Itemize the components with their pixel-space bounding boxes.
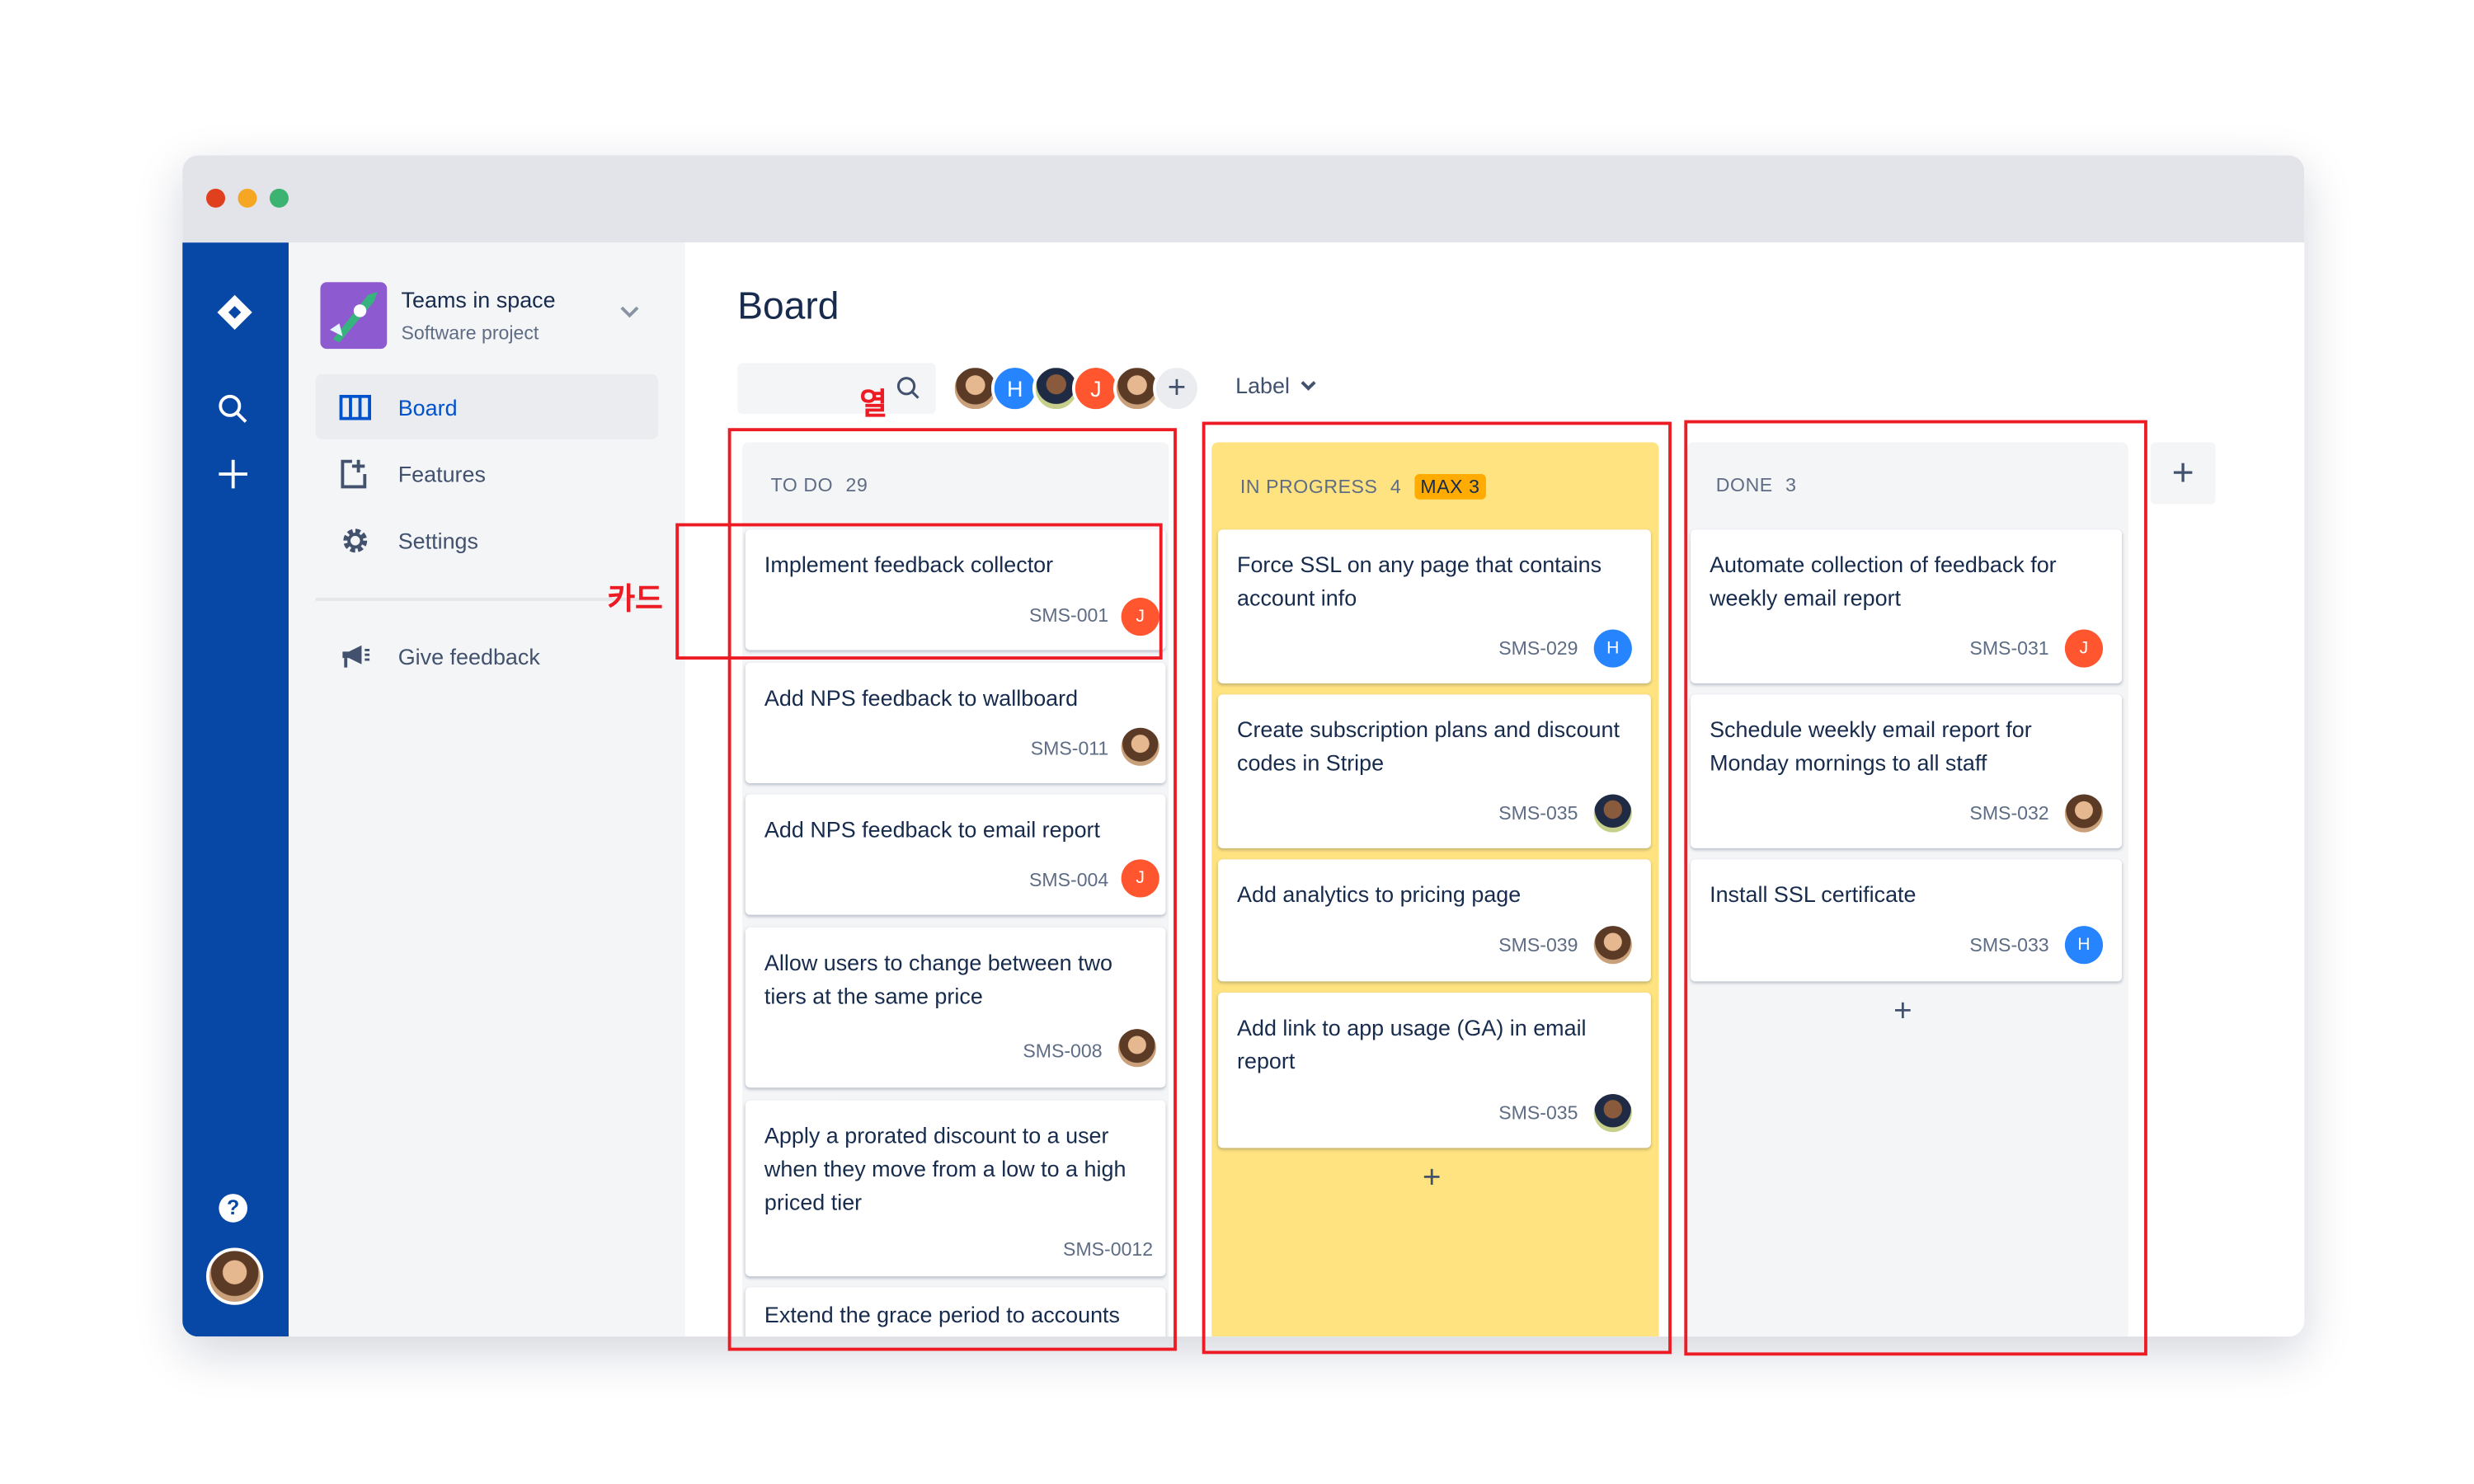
board-icon: [338, 393, 373, 420]
project-type: Software project: [401, 322, 539, 345]
annotation-column-box: [1684, 420, 2147, 1356]
project-name: Teams in space: [401, 287, 556, 312]
maximize-window-button[interactable]: [269, 188, 289, 208]
annotation-card-label: 카드: [607, 583, 663, 618]
gear-icon: [338, 524, 373, 556]
project-switcher-chevron-icon[interactable]: [618, 299, 641, 328]
title-bar: [182, 155, 2305, 243]
sidebar-item-features[interactable]: Features: [316, 441, 658, 506]
sidebar-item-label: Features: [397, 460, 486, 486]
project-avatar: [320, 282, 388, 350]
sidebar-item-settings[interactable]: Settings: [316, 507, 658, 572]
search-icon[interactable]: [217, 393, 248, 433]
jira-logo-icon[interactable]: [216, 294, 254, 331]
add-column-button[interactable]: +: [2150, 442, 2216, 505]
label-filter-dropdown[interactable]: Label: [1235, 373, 1319, 398]
give-feedback-label: Give feedback: [397, 642, 540, 669]
help-icon[interactable]: ?: [219, 1194, 248, 1223]
annotation-column-label: 열: [859, 388, 887, 422]
chevron-down-icon: [1301, 381, 1317, 391]
annotation-card-box: [675, 523, 1163, 660]
assignee-filter: H J +: [951, 364, 1221, 413]
create-icon[interactable]: [217, 458, 248, 498]
megaphone-icon: [338, 641, 373, 670]
label-filter-text: Label: [1235, 372, 1290, 398]
add-assignee-button[interactable]: +: [1153, 364, 1201, 413]
close-window-button[interactable]: [206, 188, 226, 208]
minimize-window-button[interactable]: [238, 188, 257, 208]
project-sidebar: Teams in space Software project Board Fe…: [289, 242, 685, 1337]
sidebar-item-label: Settings: [397, 527, 478, 553]
profile-avatar[interactable]: [206, 1247, 264, 1305]
search-input[interactable]: [737, 363, 936, 414]
sidebar-item-board[interactable]: Board: [315, 373, 659, 439]
page-title: Board: [737, 285, 840, 329]
sidebar-item-label: Board: [397, 393, 458, 420]
features-icon: [338, 458, 373, 489]
search-icon: [896, 376, 922, 409]
global-nav: ?: [182, 242, 289, 1337]
give-feedback-link[interactable]: Give feedback: [316, 623, 658, 688]
annotation-column-box: [1202, 421, 1672, 1355]
